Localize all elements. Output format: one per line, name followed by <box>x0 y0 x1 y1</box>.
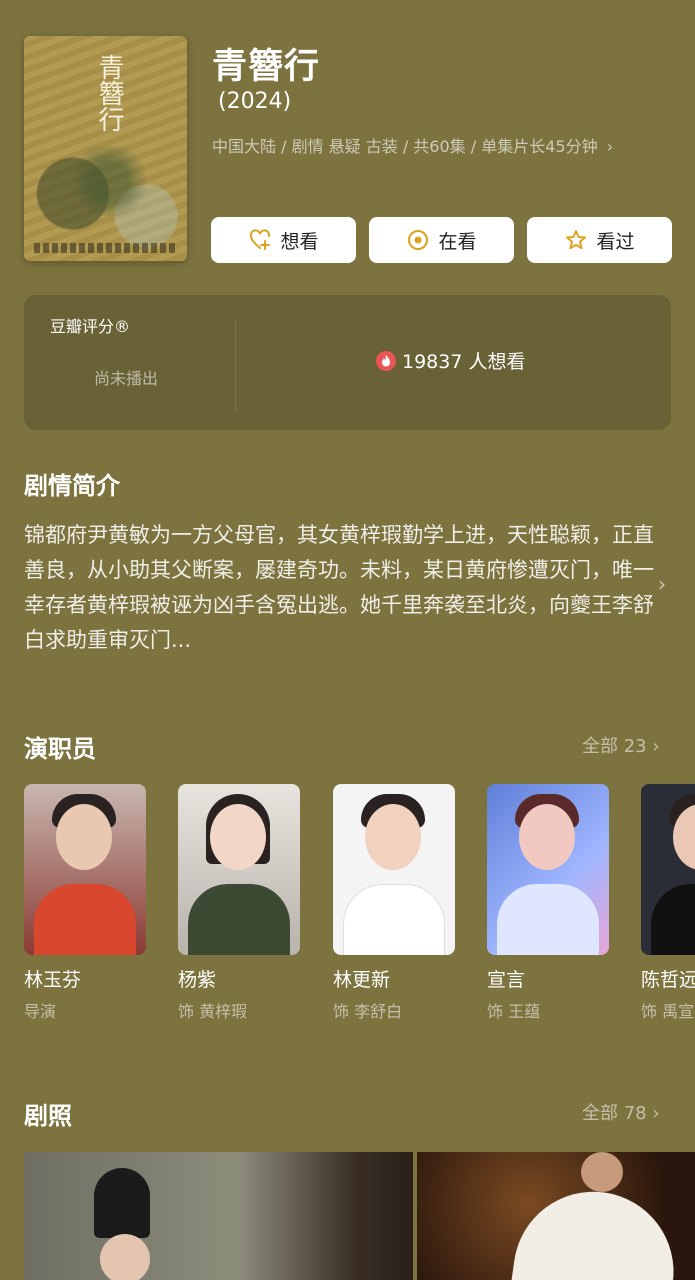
want-to-watch-label: 想看 <box>280 230 319 253</box>
cast-heading: 演职员 <box>24 735 96 763</box>
cast-photo <box>24 784 146 955</box>
cast-photo <box>487 784 609 955</box>
poster-credits <box>34 243 177 253</box>
rating-divider <box>235 320 236 412</box>
want-count-text: 19837 人想看 <box>402 351 526 373</box>
synopsis-text[interactable]: 锦都府尹黄敏为一方父母官，其女黄梓瑕勤学上进，天性聪颖，正直善良，从小助其父断案… <box>24 518 654 658</box>
want-to-watch-button[interactable]: 想看 <box>211 217 356 263</box>
photo-torso <box>343 884 445 955</box>
page-title: 青簪行 <box>212 47 321 87</box>
cast-name: 林玉芬 <box>24 969 82 991</box>
still-image[interactable] <box>24 1152 413 1280</box>
cast-role: 饰 黄梓瑕 <box>178 1002 248 1021</box>
poster-branch-art <box>54 146 164 216</box>
cast-photo <box>641 784 695 955</box>
watched-label: 看过 <box>596 230 635 253</box>
cast-card[interactable]: 杨紫 饰 黄梓瑕 <box>178 784 300 1022</box>
circle-dot-icon <box>408 230 429 250</box>
cast-name: 林更新 <box>333 969 391 991</box>
cast-view-all-label: 全部 23 <box>582 736 647 757</box>
still-hat-shape <box>94 1168 150 1238</box>
photo-torso <box>651 884 695 955</box>
cast-name: 宣言 <box>487 969 526 991</box>
still-face-shape <box>100 1234 150 1280</box>
photo-face <box>365 804 421 870</box>
heart-plus-icon <box>250 229 271 250</box>
watched-button[interactable]: 看过 <box>527 217 672 263</box>
cast-name: 杨紫 <box>178 969 217 991</box>
douban-rating-label: 豆瓣评分® <box>50 317 131 336</box>
stills-view-all-label: 全部 78 <box>582 1103 647 1124</box>
cast-photo <box>333 784 455 955</box>
star-icon <box>566 230 587 250</box>
cast-role: 饰 王蕴 <box>487 1002 541 1021</box>
cast-photo <box>178 784 300 955</box>
stills-view-all[interactable]: 全部 78 › <box>582 1099 660 1125</box>
rating-status: 尚未播出 <box>94 369 159 388</box>
chevron-right-icon: › <box>606 137 614 156</box>
cast-card[interactable]: 陈哲远 饰 禹宣 <box>641 784 695 1022</box>
cast-view-all[interactable]: 全部 23 › <box>582 732 660 758</box>
photo-face <box>519 804 575 870</box>
poster-image[interactable]: 青簪行 <box>24 36 187 261</box>
rating-card[interactable]: 豆瓣评分® 尚未播出 19837 人想看 <box>24 295 671 430</box>
cast-name: 陈哲远 <box>641 969 695 991</box>
show-meta[interactable]: 中国大陆 / 剧情 悬疑 古装 / 共60集 / 单集片长45分钟 › <box>212 133 613 157</box>
chevron-right-icon: › <box>652 736 660 757</box>
poster-title: 青簪行 <box>94 54 124 132</box>
release-year: (2024) <box>218 89 292 114</box>
show-meta-text: 中国大陆 / 剧情 悬疑 古装 / 共60集 / 单集片长45分钟 <box>212 137 598 156</box>
watching-button[interactable]: 在看 <box>369 217 514 263</box>
still-image[interactable] <box>417 1152 695 1280</box>
photo-torso <box>34 884 136 955</box>
cast-card[interactable]: 林玉芬 导演 <box>24 784 146 1022</box>
cast-role: 饰 禹宣 <box>641 1002 695 1021</box>
want-count: 19837 人想看 <box>376 347 525 374</box>
cast-card[interactable]: 宣言 饰 王蕴 <box>487 784 609 1022</box>
photo-torso <box>188 884 290 955</box>
still-fan-shape <box>510 1181 684 1280</box>
stills-heading: 剧照 <box>24 1102 72 1130</box>
cast-card[interactable]: 林更新 饰 李舒白 <box>333 784 455 1022</box>
photo-face <box>210 804 266 870</box>
chevron-right-icon: › <box>652 1103 660 1124</box>
synopsis-chevron-icon[interactable]: › <box>658 572 666 596</box>
photo-face <box>56 804 112 870</box>
flame-icon <box>376 350 396 371</box>
cast-role: 饰 李舒白 <box>333 1002 403 1021</box>
cast-role: 导演 <box>24 1002 57 1021</box>
photo-torso <box>497 884 599 955</box>
watching-label: 在看 <box>438 230 477 253</box>
synopsis-heading: 剧情简介 <box>24 472 120 500</box>
still-face-shape <box>581 1152 623 1192</box>
